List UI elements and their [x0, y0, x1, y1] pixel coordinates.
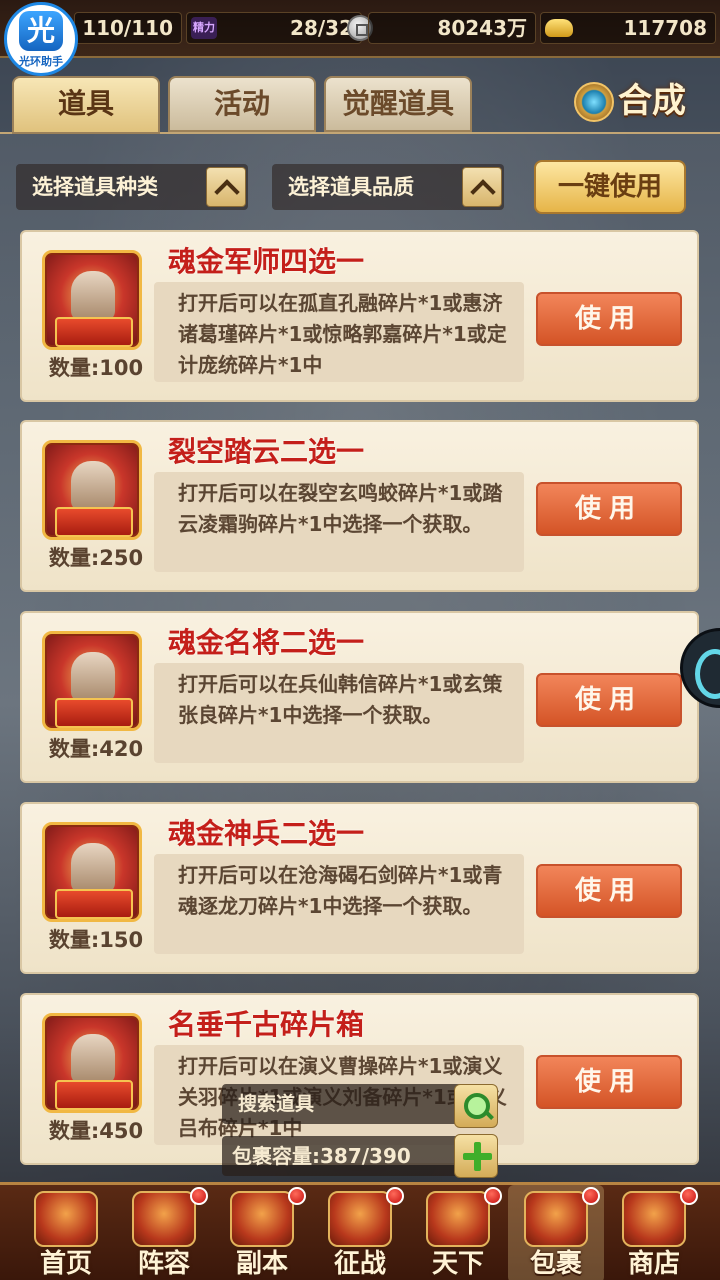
- target-icon: [328, 1191, 392, 1247]
- strategist-selection-icon[interactable]: [42, 250, 142, 350]
- item-quantity: 数量:450: [48, 1119, 144, 1143]
- item-description: 打开后可以在兵仙韩信碎片*1或玄策张良碎片*1中选择一个获取。: [154, 663, 524, 763]
- tab-awakening-items[interactable]: 觉醒道具: [324, 76, 472, 132]
- item-quality-filter-label: 选择道具品质: [288, 175, 414, 199]
- nav-lineup[interactable]: 阵容: [116, 1185, 212, 1280]
- gold-ingot-icon: [545, 19, 573, 37]
- nav-world[interactable]: 天下: [410, 1185, 506, 1280]
- item-title: 魂金军师四选一: [168, 245, 365, 278]
- notification-dot: [386, 1187, 404, 1205]
- use-button[interactable]: 使用: [536, 1055, 682, 1109]
- compose-icon: [574, 82, 614, 122]
- logo-text: 光环助手: [19, 55, 63, 68]
- nav-label: 包裹: [529, 1249, 582, 1279]
- item-title: 魂金名将二选一: [168, 626, 365, 659]
- resource-bar: 110/110 精力 28/32 80243万 117708: [0, 0, 720, 58]
- helper-app-logo[interactable]: 光 光环助手: [4, 2, 78, 76]
- use-button[interactable]: 使用: [536, 864, 682, 918]
- fragment-chest-icon[interactable]: [42, 1013, 142, 1113]
- banner-icon: [426, 1191, 490, 1247]
- notification-dot: [190, 1187, 208, 1205]
- ingot-value: 117708: [623, 16, 708, 40]
- tab-events[interactable]: 活动: [168, 76, 316, 132]
- nav-label: 阵容: [137, 1249, 190, 1279]
- nav-label: 首页: [39, 1249, 92, 1279]
- item-description: 打开后可以在裂空玄鸣蛟碎片*1或踏云凌霜驹碎片*1中选择一个获取。: [154, 472, 524, 572]
- weapon-selection-icon[interactable]: [42, 822, 142, 922]
- use-button[interactable]: 使用: [536, 673, 682, 727]
- flag-icon: [132, 1191, 196, 1247]
- use-all-button[interactable]: 一键使用: [534, 160, 686, 214]
- item-title: 名垂千古碎片箱: [168, 1008, 365, 1041]
- energy-icon: 精力: [191, 17, 217, 39]
- item-card: 数量:150 魂金神兵二选一 打开后可以在沧海碣石剑碎片*1或青魂逐龙刀碎片*1…: [20, 802, 699, 974]
- item-card: 数量:420 魂金名将二选一 打开后可以在兵仙韩信碎片*1或玄策张良碎片*1中选…: [20, 611, 699, 783]
- stamina-counter: 110/110: [74, 12, 182, 44]
- item-description: 打开后可以在孤直孔融碎片*1或惠济诸葛瑾碎片*1或惊略郭嘉碎片*1或定计庞统碎片…: [154, 282, 524, 382]
- item-quality-filter[interactable]: 选择道具品质: [272, 164, 504, 210]
- energy-value: 28/32: [290, 16, 353, 40]
- nav-dungeon[interactable]: 副本: [214, 1185, 310, 1280]
- coin-counter: 80243万: [368, 12, 536, 44]
- use-button[interactable]: 使用: [536, 482, 682, 536]
- item-type-filter[interactable]: 选择道具种类: [16, 164, 248, 210]
- use-button[interactable]: 使用: [536, 292, 682, 346]
- logo-char: 光: [19, 11, 63, 51]
- bag-icon: [524, 1191, 588, 1247]
- notification-dot: [484, 1187, 502, 1205]
- expand-capacity-plus-icon[interactable]: [454, 1134, 498, 1178]
- item-description: 打开后可以在沧海碣石剑碎片*1或青魂逐龙刀碎片*1中选择一个获取。: [154, 854, 524, 954]
- item-quantity: 数量:420: [48, 737, 144, 761]
- notification-dot: [582, 1187, 600, 1205]
- compose-label: 合成: [618, 81, 686, 121]
- nav-label: 征战: [333, 1249, 386, 1279]
- notification-dot: [288, 1187, 306, 1205]
- item-title: 魂金神兵二选一: [168, 817, 365, 850]
- nav-label: 商店: [627, 1249, 680, 1279]
- chevron-up-icon[interactable]: [462, 167, 502, 207]
- item-type-filter-label: 选择道具种类: [32, 175, 158, 199]
- search-icon[interactable]: [454, 1084, 498, 1128]
- nav-bag[interactable]: 包裹: [508, 1185, 604, 1280]
- coins-icon: [622, 1191, 686, 1247]
- chevron-up-icon[interactable]: [206, 167, 246, 207]
- item-quantity: 数量:250: [48, 546, 144, 570]
- nav-label: 副本: [235, 1249, 288, 1279]
- bottom-navigation: 首页 阵容 副本 征战 天下 包裹 商店: [0, 1182, 720, 1280]
- compose-button[interactable]: 合成: [570, 74, 710, 128]
- item-card: 数量:250 裂空踏云二选一 打开后可以在裂空玄鸣蛟碎片*1或踏云凌霜驹碎片*1…: [20, 420, 699, 592]
- search-items-field[interactable]: 搜索道具: [222, 1084, 462, 1124]
- nav-home[interactable]: 首页: [18, 1185, 114, 1280]
- nav-campaign[interactable]: 征战: [312, 1185, 408, 1280]
- stamina-value: 110/110: [82, 16, 173, 40]
- item-card: 数量:100 魂金军师四选一 打开后可以在孤直孔融碎片*1或惠济诸葛瑾碎片*1或…: [20, 230, 699, 402]
- bag-capacity: 包裹容量:387/390: [222, 1136, 462, 1176]
- notification-dot: [680, 1187, 698, 1205]
- nav-shop[interactable]: 商店: [606, 1185, 702, 1280]
- nav-label: 天下: [431, 1249, 484, 1279]
- energy-counter: 精力 28/32: [186, 12, 373, 44]
- item-quantity: 数量:150: [48, 928, 144, 952]
- tab-items[interactable]: 道具: [12, 76, 160, 134]
- mount-selection-icon[interactable]: [42, 440, 142, 540]
- coin-value: 80243万: [437, 16, 527, 40]
- item-quantity: 数量:100: [48, 356, 144, 380]
- palace-icon: [34, 1191, 98, 1247]
- general-selection-icon[interactable]: [42, 631, 142, 731]
- crossed-swords-icon: [230, 1191, 294, 1247]
- ingot-counter: 117708: [540, 12, 716, 44]
- item-title: 裂空踏云二选一: [168, 435, 365, 468]
